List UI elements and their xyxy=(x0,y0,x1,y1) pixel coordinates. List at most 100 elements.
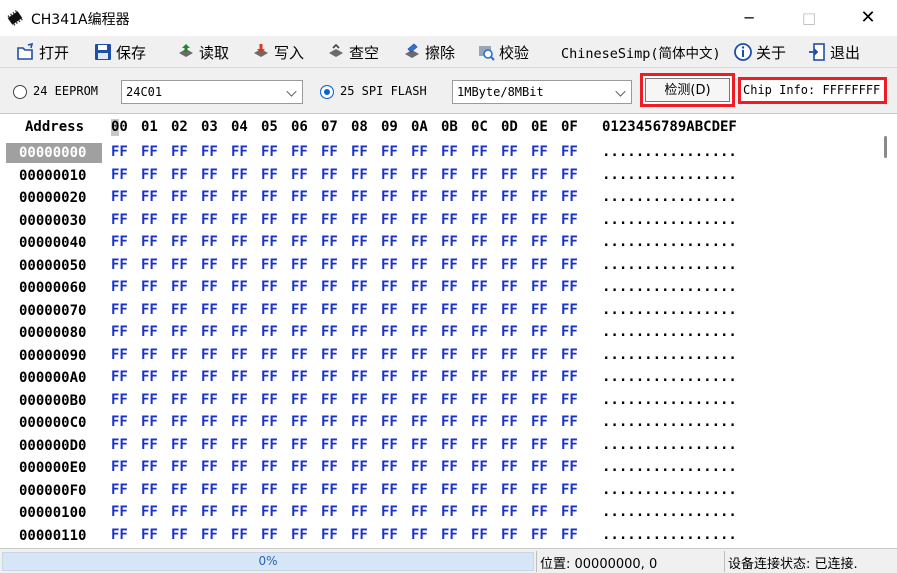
hex-byte[interactable]: FF xyxy=(171,392,188,408)
hex-byte[interactable]: FF xyxy=(291,504,308,520)
hex-byte[interactable]: FF xyxy=(561,459,578,475)
write-button[interactable]: 写入 xyxy=(251,40,304,64)
hex-byte[interactable]: FF xyxy=(111,257,128,273)
hex-row[interactable]: 00000060 FF FF FF FF FF FF FF FF FF FF FF FF FF FF FF FF… xyxy=(4,276,877,298)
hex-row[interactable]: 00000030 FF FF FF FF FF FF FF FF FF FF FF FF FF FF FF FF… xyxy=(4,209,877,231)
hex-row[interactable]: 00000100 FF FF FF FF FF FF FF FF FF FF FF FF FF FF FF FF… xyxy=(4,501,877,523)
hex-byte[interactable]: FF xyxy=(441,482,458,498)
hex-byte[interactable]: FF xyxy=(111,369,128,385)
hex-byte[interactable]: FF xyxy=(561,414,578,430)
hex-byte[interactable]: FF xyxy=(471,212,488,228)
hex-byte[interactable]: FF xyxy=(291,302,308,318)
hex-byte[interactable]: FF xyxy=(441,504,458,520)
hex-byte[interactable]: FF xyxy=(231,392,248,408)
hex-byte[interactable]: FF xyxy=(261,527,278,543)
hex-byte[interactable]: FF xyxy=(261,482,278,498)
maximize-button[interactable]: □ xyxy=(786,0,832,36)
hex-byte[interactable]: FF xyxy=(561,144,578,160)
hex-byte[interactable]: FF xyxy=(411,279,428,295)
hex-byte[interactable]: FF xyxy=(561,189,578,205)
hex-byte[interactable]: FF xyxy=(201,144,218,160)
hex-byte[interactable]: FF xyxy=(381,257,398,273)
hex-byte[interactable]: FF xyxy=(351,144,368,160)
hex-byte[interactable]: FF xyxy=(171,414,188,430)
hex-byte[interactable]: FF xyxy=(321,504,338,520)
hex-byte[interactable]: FF xyxy=(411,234,428,250)
hex-byte[interactable]: FF xyxy=(561,504,578,520)
hex-byte[interactable]: FF xyxy=(111,279,128,295)
hex-byte[interactable]: FF xyxy=(501,347,518,363)
hex-byte[interactable]: FF xyxy=(141,167,158,183)
hex-byte[interactable]: FF xyxy=(171,482,188,498)
hex-byte[interactable]: FF xyxy=(411,324,428,340)
hex-byte[interactable]: FF xyxy=(111,392,128,408)
hex-row[interactable]: 00000080 FF FF FF FF FF FF FF FF FF FF FF FF FF FF FF FF… xyxy=(4,321,877,343)
hex-byte[interactable]: FF xyxy=(171,257,188,273)
hex-byte[interactable]: FF xyxy=(261,234,278,250)
hex-byte[interactable]: FF xyxy=(411,144,428,160)
hex-byte[interactable]: FF xyxy=(291,347,308,363)
language-button[interactable]: ChineseSimp(简体中文) xyxy=(561,40,721,64)
hex-byte[interactable]: FF xyxy=(441,234,458,250)
hex-byte[interactable]: FF xyxy=(141,504,158,520)
hex-byte[interactable]: FF xyxy=(201,279,218,295)
hex-byte[interactable]: FF xyxy=(531,189,548,205)
hex-byte[interactable]: FF xyxy=(291,189,308,205)
hex-byte[interactable]: FF xyxy=(441,167,458,183)
hex-byte[interactable]: FF xyxy=(171,167,188,183)
hex-byte[interactable]: FF xyxy=(351,504,368,520)
hex-byte[interactable]: FF xyxy=(201,234,218,250)
hex-byte[interactable]: FF xyxy=(471,392,488,408)
hex-byte[interactable]: FF xyxy=(561,324,578,340)
hex-byte[interactable]: FF xyxy=(561,369,578,385)
hex-byte[interactable]: FF xyxy=(501,189,518,205)
hex-byte[interactable]: FF xyxy=(411,212,428,228)
hex-row[interactable]: 00000040 FF FF FF FF FF FF FF FF FF FF FF FF FF FF FF FF… xyxy=(4,231,877,253)
hex-byte[interactable]: FF xyxy=(141,189,158,205)
hex-byte[interactable]: FF xyxy=(411,167,428,183)
hex-byte[interactable]: FF xyxy=(531,279,548,295)
hex-byte[interactable]: FF xyxy=(381,167,398,183)
hex-byte[interactable]: FF xyxy=(321,324,338,340)
hex-byte[interactable]: FF xyxy=(201,257,218,273)
hex-byte[interactable]: FF xyxy=(561,482,578,498)
hex-byte[interactable]: FF xyxy=(531,459,548,475)
hex-byte[interactable]: FF xyxy=(411,527,428,543)
hex-byte[interactable]: FF xyxy=(561,437,578,453)
hex-byte[interactable]: FF xyxy=(201,504,218,520)
hex-byte[interactable]: FF xyxy=(531,482,548,498)
hex-byte[interactable]: FF xyxy=(141,392,158,408)
hex-byte[interactable]: FF xyxy=(351,527,368,543)
eeprom-model-select[interactable]: 24C01 xyxy=(121,80,303,104)
hex-byte[interactable]: FF xyxy=(231,234,248,250)
scrollbar-thumb[interactable] xyxy=(884,136,887,158)
hex-byte[interactable]: FF xyxy=(351,212,368,228)
hex-byte[interactable]: FF xyxy=(171,189,188,205)
hex-byte[interactable]: FF xyxy=(111,347,128,363)
hex-byte[interactable]: FF xyxy=(501,369,518,385)
hex-byte[interactable]: FF xyxy=(201,212,218,228)
hex-byte[interactable]: FF xyxy=(201,369,218,385)
about-button[interactable]: 关于 xyxy=(733,40,786,64)
hex-byte[interactable]: FF xyxy=(141,482,158,498)
hex-byte[interactable]: FF xyxy=(111,414,128,430)
hex-byte[interactable]: FF xyxy=(501,257,518,273)
hex-byte[interactable]: FF xyxy=(231,257,248,273)
hex-byte[interactable]: FF xyxy=(141,527,158,543)
hex-byte[interactable]: FF xyxy=(171,234,188,250)
hex-byte[interactable]: FF xyxy=(501,144,518,160)
hex-row[interactable]: 00000020 FF FF FF FF FF FF FF FF FF FF FF FF FF FF FF FF… xyxy=(4,186,877,208)
hex-byte[interactable]: FF xyxy=(381,369,398,385)
hex-byte[interactable]: FF xyxy=(321,369,338,385)
hex-byte[interactable]: FF xyxy=(381,504,398,520)
hex-byte[interactable]: FF xyxy=(231,347,248,363)
hex-row[interactable]: 000000D0 FF FF FF FF FF FF FF FF FF FF FF FF FF FF FF FF… xyxy=(4,434,877,456)
hex-byte[interactable]: FF xyxy=(381,347,398,363)
hex-byte[interactable]: FF xyxy=(381,459,398,475)
hex-byte[interactable]: FF xyxy=(351,414,368,430)
hex-byte[interactable]: FF xyxy=(111,167,128,183)
hex-byte[interactable]: FF xyxy=(141,437,158,453)
hex-byte[interactable]: FF xyxy=(441,144,458,160)
hex-byte[interactable]: FF xyxy=(471,459,488,475)
hex-byte[interactable]: FF xyxy=(501,167,518,183)
